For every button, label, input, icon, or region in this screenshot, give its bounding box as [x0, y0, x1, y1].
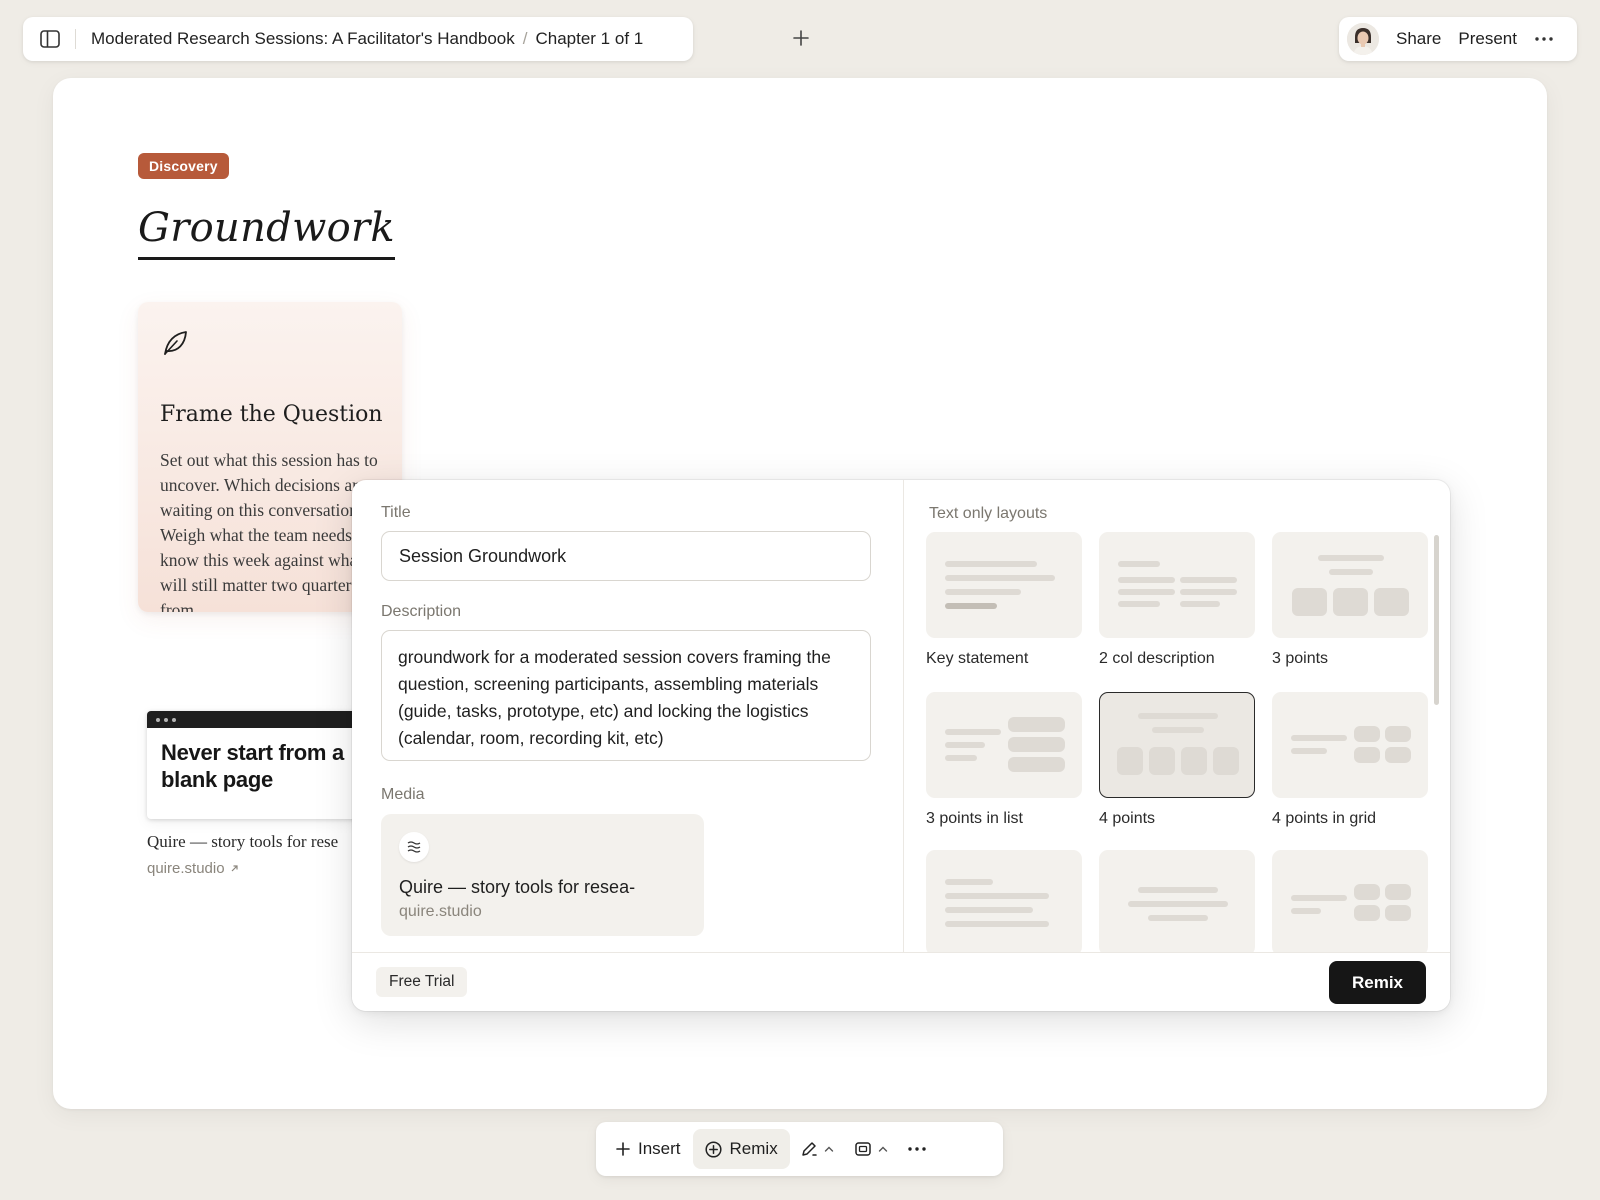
- layout-option-4-points-in-grid[interactable]: [1272, 692, 1428, 798]
- layout-name: Key statement: [926, 650, 1029, 667]
- title-input[interactable]: [381, 531, 871, 581]
- header-actions: Share Present: [1339, 17, 1577, 61]
- layout-name: 2 col description: [1099, 650, 1215, 667]
- waves-icon: [399, 832, 429, 862]
- layout-option-text-with-grid[interactable]: [1272, 850, 1428, 952]
- frame-tool-button[interactable]: [844, 1129, 898, 1169]
- breadcrumb-chapter[interactable]: Chapter 1 of 1: [535, 29, 643, 49]
- description-label: Description: [381, 603, 462, 620]
- layout-option-2-col-description[interactable]: [1099, 532, 1255, 638]
- layout-option-3-points-in-list[interactable]: [926, 692, 1082, 798]
- layout-option-centered-text[interactable]: [1099, 850, 1255, 952]
- header-divider: [75, 29, 76, 49]
- remix-form: Title Description groundwork for a moder…: [352, 480, 904, 952]
- frame-icon: [854, 1142, 871, 1156]
- media-url: quire.studio: [399, 903, 482, 920]
- pen-icon: [801, 1142, 817, 1156]
- layout-option-key-statement[interactable]: [926, 532, 1082, 638]
- leaf-icon: [160, 328, 190, 363]
- title-label: Title: [381, 504, 411, 521]
- layout-picker: Text only layouts Key statement 2 col de…: [904, 480, 1450, 952]
- plus-icon: [616, 1142, 630, 1156]
- present-button[interactable]: Present: [1458, 29, 1517, 49]
- layout-option-text-list[interactable]: [926, 850, 1082, 952]
- avatar[interactable]: [1347, 23, 1379, 55]
- remix-label: Remix: [729, 1139, 778, 1158]
- layout-name: 4 points in grid: [1272, 810, 1377, 827]
- layouts-section-label: Text only layouts: [929, 505, 1048, 522]
- card-title: Frame the Question: [160, 402, 383, 427]
- pen-tool-button[interactable]: [790, 1129, 844, 1169]
- external-link-icon: [231, 865, 238, 872]
- remix-panel-footer: Free Trial Remix: [352, 952, 1450, 1011]
- media-title: Quire — story tools for resea-: [399, 877, 636, 897]
- breadcrumb-document[interactable]: Moderated Research Sessions: A Facilitat…: [91, 29, 515, 49]
- remix-submit-button[interactable]: Remix: [1329, 961, 1426, 1004]
- insert-button[interactable]: Insert: [604, 1129, 693, 1169]
- share-button[interactable]: Share: [1396, 29, 1441, 49]
- layout-name: 4 points: [1099, 810, 1156, 827]
- remix-plus-circle-icon: [704, 1140, 722, 1158]
- add-page-button[interactable]: [788, 25, 814, 51]
- layout-option-4-points[interactable]: [1099, 692, 1255, 798]
- chevron-up-icon: [878, 1146, 887, 1152]
- description-input[interactable]: groundwork for a moderated session cover…: [381, 630, 871, 761]
- media-label: Media: [381, 786, 425, 803]
- more-options-icon[interactable]: [1535, 37, 1553, 41]
- breadcrumb-separator: /: [522, 29, 528, 48]
- sidebar-toggle-icon[interactable]: [39, 28, 61, 50]
- bottom-toolbar: Insert Remix: [596, 1122, 1003, 1176]
- remix-toolbar-button[interactable]: Remix: [692, 1129, 790, 1169]
- insert-label: Insert: [638, 1139, 681, 1158]
- layouts-scrollbar[interactable]: [1434, 535, 1439, 705]
- media-attachment[interactable]: Quire — story tools for resea- quire.stu…: [381, 814, 704, 936]
- chevron-up-icon: [824, 1146, 833, 1152]
- layout-option-3-points[interactable]: [1272, 532, 1428, 638]
- section-tag[interactable]: Discovery: [138, 153, 229, 179]
- layout-name: 3 points: [1272, 650, 1329, 667]
- toolbar-more-icon[interactable]: [898, 1129, 936, 1169]
- document-header: Moderated Research Sessions: A Facilitat…: [23, 17, 693, 61]
- remix-panel: Title Description groundwork for a moder…: [352, 480, 1450, 1011]
- web-preview-caption: Quire — story tools for rese: [147, 832, 339, 851]
- page-title[interactable]: Groundwork: [138, 205, 395, 260]
- free-trial-badge[interactable]: Free Trial: [376, 967, 468, 997]
- web-preview-link[interactable]: quire.studio: [147, 860, 239, 877]
- web-preview-url: quire.studio: [147, 860, 225, 877]
- layout-name: 3 points in list: [926, 810, 1023, 827]
- plus-icon: [793, 30, 809, 46]
